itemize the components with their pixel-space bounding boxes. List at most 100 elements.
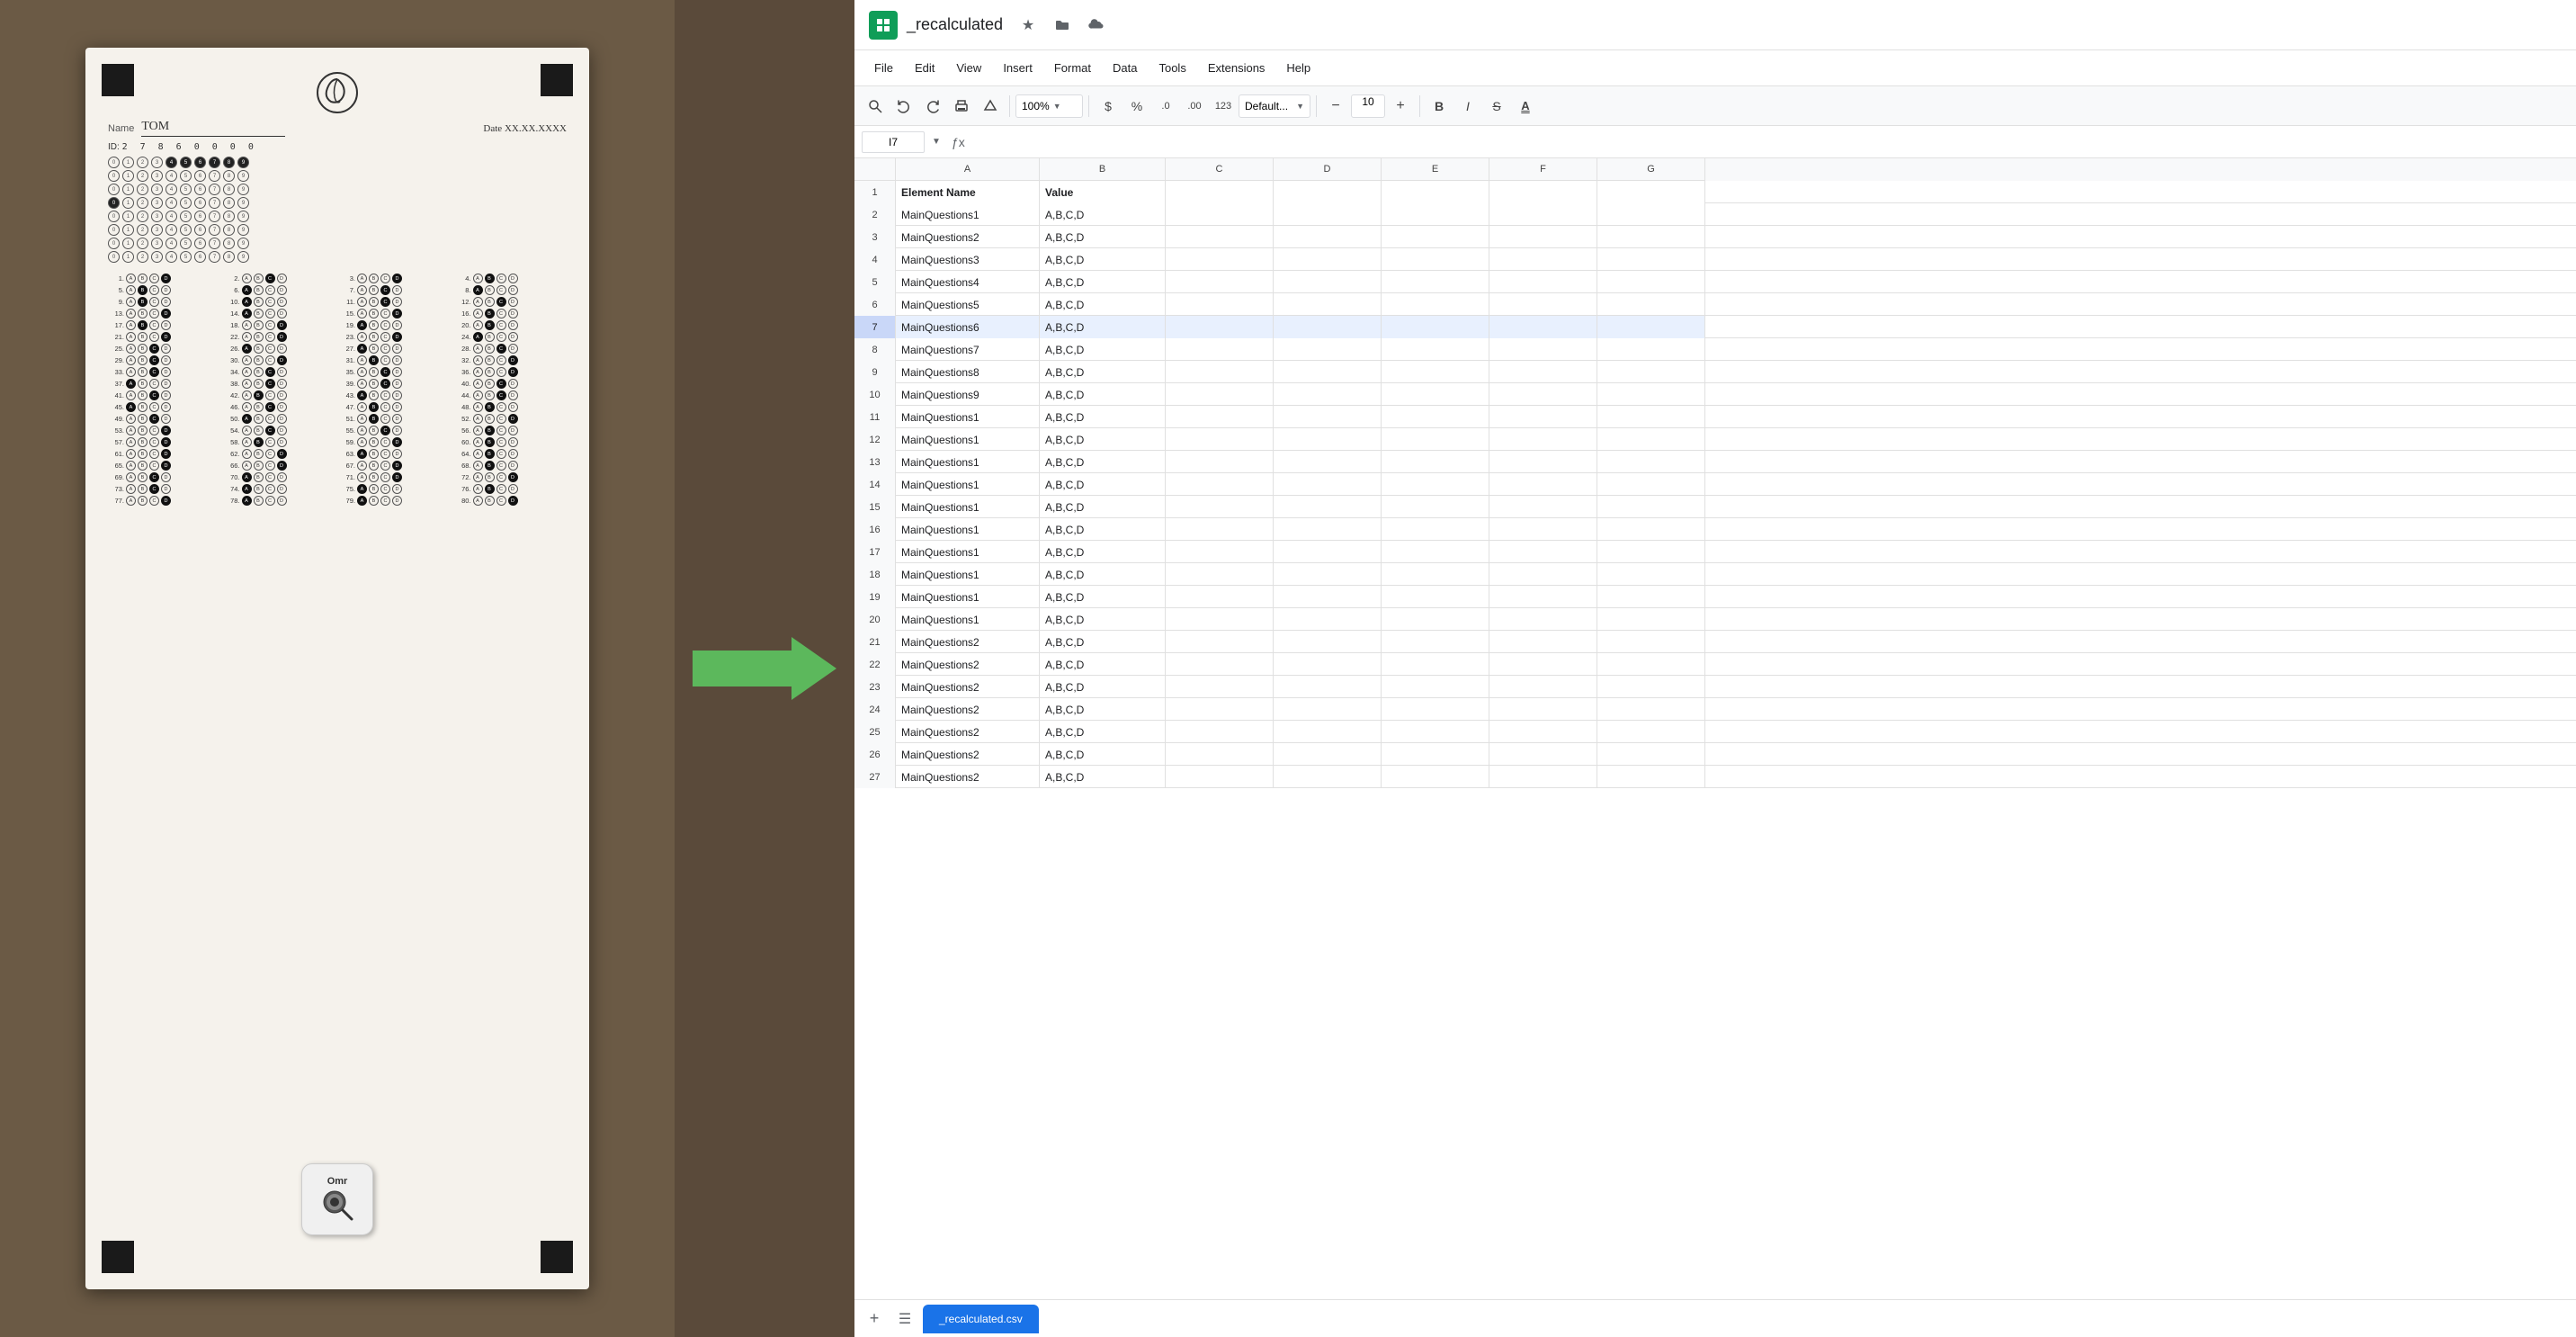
grid-cell[interactable]	[1382, 766, 1489, 788]
grid-cell[interactable]	[1382, 248, 1489, 271]
grid-cell[interactable]	[1597, 518, 1705, 541]
grid-cell[interactable]	[1489, 676, 1597, 698]
grid-cell[interactable]: MainQuestions1	[896, 451, 1040, 473]
grid-cell[interactable]: A,B,C,D	[1040, 563, 1166, 586]
grid-cell[interactable]: MainQuestions2	[896, 721, 1040, 743]
grid-cell[interactable]	[1597, 293, 1705, 316]
grid-cell[interactable]: MainQuestions2	[896, 698, 1040, 721]
grid-cell[interactable]	[1166, 316, 1274, 338]
grid-cell[interactable]: MainQuestions5	[896, 293, 1040, 316]
grid-cell[interactable]	[1597, 721, 1705, 743]
grid-cell[interactable]	[1597, 743, 1705, 766]
grid-cell[interactable]	[1166, 406, 1274, 428]
grid-cell[interactable]: MainQuestions1	[896, 428, 1040, 451]
table-row[interactable]: 7MainQuestions6A,B,C,D	[854, 316, 2576, 338]
grid-cell[interactable]	[1382, 608, 1489, 631]
table-row[interactable]: 19MainQuestions1A,B,C,D	[854, 586, 2576, 608]
grid-cell[interactable]	[1166, 203, 1274, 226]
grid-cell[interactable]	[1489, 271, 1597, 293]
grid-cell[interactable]	[1382, 428, 1489, 451]
grid-cell[interactable]	[1166, 608, 1274, 631]
grid-cell[interactable]	[1489, 496, 1597, 518]
grid-cell[interactable]	[1274, 428, 1382, 451]
grid-cell[interactable]: A,B,C,D	[1040, 428, 1166, 451]
menu-tools[interactable]: Tools	[1149, 58, 1194, 78]
grid-cell[interactable]	[1166, 361, 1274, 383]
grid-cell[interactable]	[1166, 518, 1274, 541]
grid-cell[interactable]	[1489, 248, 1597, 271]
grid-cell[interactable]	[1382, 653, 1489, 676]
grid-cell[interactable]: A,B,C,D	[1040, 721, 1166, 743]
col-header-d[interactable]: D	[1274, 158, 1382, 181]
grid-cell[interactable]: MainQuestions1	[896, 563, 1040, 586]
grid-cell[interactable]	[1597, 428, 1705, 451]
grid-cell[interactable]: A,B,C,D	[1040, 451, 1166, 473]
grid-cell[interactable]	[1489, 518, 1597, 541]
grid-cell[interactable]	[1166, 451, 1274, 473]
grid-cell[interactable]: MainQuestions9	[896, 383, 1040, 406]
table-row[interactable]: 10MainQuestions9A,B,C,D	[854, 383, 2576, 406]
grid-cell[interactable]	[1382, 338, 1489, 361]
paint-format-btn[interactable]	[977, 93, 1004, 120]
star-icon[interactable]: ★	[1015, 13, 1041, 38]
grid-cell[interactable]	[1489, 766, 1597, 788]
grid-cell[interactable]	[1382, 676, 1489, 698]
grid-cell[interactable]	[1274, 541, 1382, 563]
menu-insert[interactable]: Insert	[994, 58, 1042, 78]
grid-cell[interactable]	[1274, 608, 1382, 631]
grid-cell[interactable]	[1382, 473, 1489, 496]
table-row[interactable]: 18MainQuestions1A,B,C,D	[854, 563, 2576, 586]
grid-cell[interactable]	[1274, 248, 1382, 271]
table-row[interactable]: 1Element NameValue	[854, 181, 2576, 203]
grid-cell[interactable]	[1489, 293, 1597, 316]
table-row[interactable]: 17MainQuestions1A,B,C,D	[854, 541, 2576, 563]
grid-cell[interactable]: A,B,C,D	[1040, 226, 1166, 248]
grid-cell[interactable]	[1382, 406, 1489, 428]
grid-cell[interactable]	[1166, 653, 1274, 676]
grid-cell[interactable]	[1597, 676, 1705, 698]
grid-cell[interactable]	[1597, 653, 1705, 676]
grid-cell[interactable]	[1489, 721, 1597, 743]
cell-ref[interactable]: I7	[862, 131, 925, 153]
grid-cell[interactable]	[1597, 383, 1705, 406]
underline-btn[interactable]: A	[1512, 93, 1539, 120]
grid-cell[interactable]: MainQuestions7	[896, 338, 1040, 361]
grid-cell[interactable]	[1274, 721, 1382, 743]
font-size-input[interactable]: 10	[1351, 94, 1385, 118]
grid-cell[interactable]	[1597, 361, 1705, 383]
grid-cell[interactable]	[1274, 383, 1382, 406]
menu-view[interactable]: View	[947, 58, 990, 78]
grid-cell[interactable]	[1489, 653, 1597, 676]
grid-cell[interactable]	[1274, 518, 1382, 541]
grid-cell[interactable]	[1489, 473, 1597, 496]
grid-cell[interactable]	[1274, 316, 1382, 338]
table-row[interactable]: 2MainQuestions1A,B,C,D	[854, 203, 2576, 226]
table-row[interactable]: 14MainQuestions1A,B,C,D	[854, 473, 2576, 496]
grid-cell[interactable]	[1166, 698, 1274, 721]
menu-help[interactable]: Help	[1277, 58, 1319, 78]
grid-cell[interactable]	[1166, 496, 1274, 518]
table-row[interactable]: 15MainQuestions1A,B,C,D	[854, 496, 2576, 518]
grid-cell[interactable]	[1166, 293, 1274, 316]
grid-cell[interactable]: MainQuestions3	[896, 248, 1040, 271]
grid-cell[interactable]	[1274, 766, 1382, 788]
grid-cell[interactable]	[1489, 361, 1597, 383]
grid-cell[interactable]: A,B,C,D	[1040, 541, 1166, 563]
sheet-menu-btn[interactable]: ☰	[892, 1306, 917, 1332]
grid-cell[interactable]	[1166, 271, 1274, 293]
zoom-select[interactable]: 100% ▼	[1015, 94, 1083, 118]
menu-extensions[interactable]: Extensions	[1199, 58, 1275, 78]
grid-cell[interactable]	[1382, 451, 1489, 473]
grid-cell[interactable]	[1597, 496, 1705, 518]
grid-cell[interactable]: A,B,C,D	[1040, 518, 1166, 541]
grid-cell[interactable]: A,B,C,D	[1040, 473, 1166, 496]
grid-cell[interactable]	[1166, 383, 1274, 406]
grid-cell[interactable]	[1274, 293, 1382, 316]
grid-cell[interactable]	[1274, 226, 1382, 248]
grid-cell[interactable]	[1382, 316, 1489, 338]
grid-cell[interactable]: A,B,C,D	[1040, 406, 1166, 428]
grid-cell[interactable]: A,B,C,D	[1040, 496, 1166, 518]
grid-cell[interactable]: MainQuestions4	[896, 271, 1040, 293]
grid-cell[interactable]: MainQuestions1	[896, 518, 1040, 541]
grid-cell[interactable]: MainQuestions1	[896, 586, 1040, 608]
